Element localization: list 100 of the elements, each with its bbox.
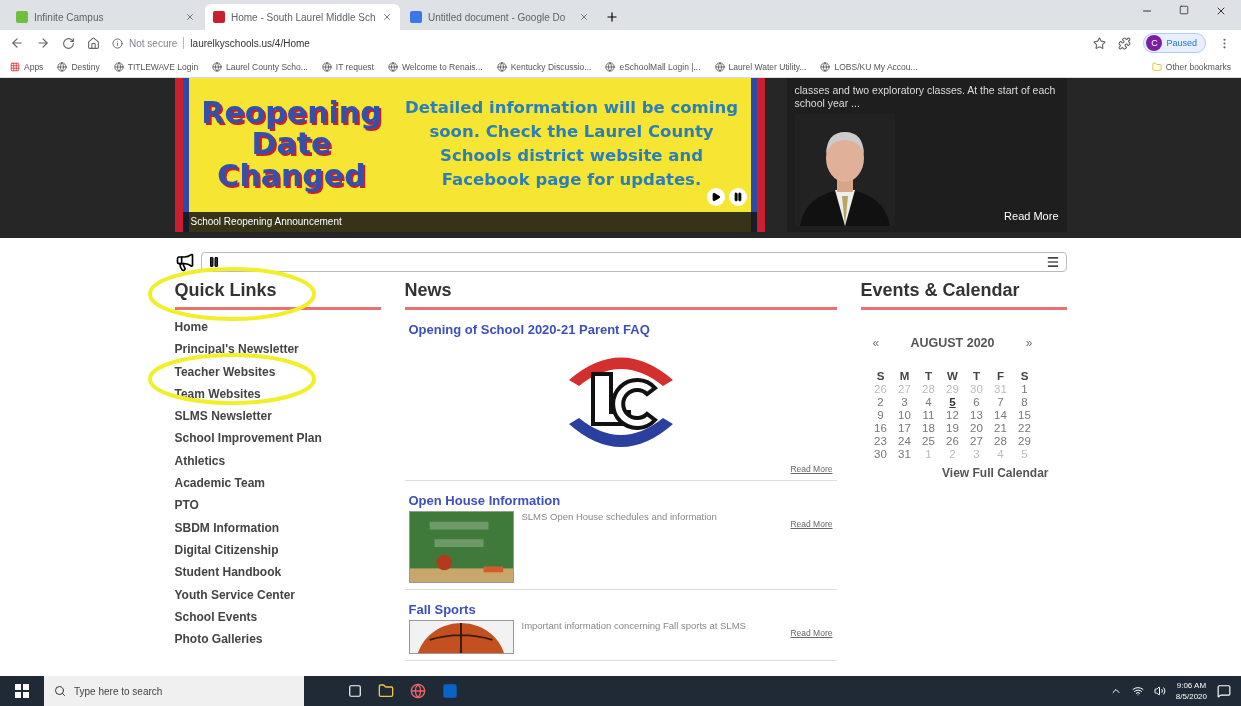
notifications-icon[interactable]: [1217, 684, 1231, 698]
calendar-day[interactable]: 11: [916, 409, 941, 421]
quick-link[interactable]: Student Handbook: [174, 561, 381, 584]
reload-icon[interactable]: [62, 36, 75, 50]
browser-tab[interactable]: Infinite Campus: [8, 4, 203, 30]
task-view-icon[interactable]: [348, 684, 362, 698]
profile-button[interactable]: C Paused: [1143, 33, 1206, 53]
read-more-link[interactable]: Read More: [790, 628, 833, 638]
calendar-day[interactable]: 9: [868, 409, 893, 421]
browser-tab[interactable]: Home - South Laurel Middle Sch: [205, 4, 400, 30]
folder-icon[interactable]: [378, 683, 394, 699]
forward-icon[interactable]: [36, 36, 50, 50]
new-tab-icon[interactable]: [605, 10, 619, 24]
calendar-day[interactable]: 24: [892, 435, 917, 447]
quick-link[interactable]: Teacher Websites: [174, 360, 381, 383]
quick-link[interactable]: Principal's Newsletter: [174, 338, 381, 361]
play-button[interactable]: [706, 188, 725, 206]
bookmark[interactable]: Other bookmarks: [1151, 61, 1231, 72]
calendar-day[interactable]: 27: [964, 435, 989, 447]
quick-link[interactable]: SLMS Newsletter: [174, 405, 381, 428]
extensions-icon[interactable]: [1118, 36, 1132, 50]
bookmark-label: Laurel Water Utility...: [728, 61, 807, 72]
bookmark[interactable]: Laurel Water Utility...: [714, 61, 807, 72]
apps-grid-icon: [10, 61, 20, 72]
calendar-day[interactable]: 6: [964, 396, 989, 408]
calendar-day[interactable]: 23: [868, 435, 893, 447]
news-title[interactable]: Opening of School 2020-21 Parent FAQ: [408, 322, 833, 337]
menu-icon[interactable]: [1045, 255, 1060, 269]
news-title[interactable]: Open House Information: [408, 493, 833, 508]
volume-icon[interactable]: [1153, 685, 1166, 697]
globe-icon: [57, 61, 68, 72]
quick-link[interactable]: Home: [174, 316, 381, 339]
quick-link[interactable]: Digital Citizenship: [174, 538, 381, 562]
calendar-day[interactable]: 16: [868, 422, 893, 434]
calendar-day[interactable]: 22: [1012, 422, 1037, 434]
calendar-day[interactable]: 29: [1012, 435, 1037, 447]
news-title[interactable]: Fall Sports: [408, 602, 833, 617]
mail-app-icon[interactable]: [442, 683, 458, 699]
calendar-day[interactable]: 30: [868, 448, 893, 460]
calendar-day[interactable]: 13: [964, 409, 989, 421]
calendar-day[interactable]: 8: [1012, 396, 1037, 408]
pause-icon[interactable]: [207, 256, 220, 268]
quick-link[interactable]: Youth Service Center: [174, 583, 381, 606]
globe-icon: [496, 61, 507, 72]
quick-link[interactable]: School Events: [174, 605, 381, 629]
bookmark[interactable]: TITLEWAVE Login: [113, 61, 199, 72]
pause-button[interactable]: [728, 188, 747, 206]
calendar-day[interactable]: 28: [988, 435, 1013, 447]
calendar-day[interactable]: 3: [892, 396, 917, 408]
calendar-day[interactable]: 26: [940, 435, 965, 447]
network-icon[interactable]: [1131, 685, 1144, 697]
calendar-day[interactable]: 31: [892, 448, 917, 460]
next-month-button[interactable]: »: [1021, 336, 1037, 350]
calendar-day[interactable]: 12: [940, 409, 965, 421]
address-bar[interactable]: Not secure laurelkyschools.us/4/Home: [112, 33, 1082, 53]
play-icon: [710, 192, 721, 202]
weekday-label: T: [924, 370, 933, 382]
bookmark-label: TITLEWAVE Login: [127, 61, 199, 72]
quick-link[interactable]: School Improvement Plan: [174, 427, 381, 450]
bookmark[interactable]: Apps: [10, 61, 44, 72]
close-icon[interactable]: [1215, 5, 1227, 17]
calendar-day[interactable]: 4: [916, 396, 941, 408]
calendar-day[interactable]: 17: [892, 422, 917, 434]
view-calendar-link[interactable]: View Full Calendar: [860, 466, 1049, 480]
weekday-label: M: [898, 370, 911, 382]
weekday-label: S: [875, 370, 886, 382]
read-more-link[interactable]: Read More: [790, 464, 833, 474]
restore-icon[interactable]: [1179, 5, 1189, 15]
quick-link[interactable]: PTO: [174, 494, 381, 517]
calendar-day[interactable]: 10: [892, 409, 917, 421]
globe-icon: [113, 61, 124, 72]
quick-link[interactable]: SBDM Information: [174, 516, 381, 539]
browser-icon[interactable]: [410, 683, 426, 699]
taskbar-search-field[interactable]: Type here to search: [44, 676, 304, 706]
calendar-day[interactable]: 1: [1012, 383, 1037, 395]
calendar-day[interactable]: 19: [940, 422, 965, 434]
calendar-day[interactable]: 7: [988, 396, 1013, 408]
calendar-day[interactable]: 21: [988, 422, 1013, 434]
bookmark[interactable]: Destiny: [57, 61, 100, 72]
read-more-link[interactable]: Read More: [1004, 210, 1059, 222]
quick-link[interactable]: Athletics: [174, 449, 381, 473]
home-icon[interactable]: [87, 36, 100, 50]
globe-icon: [321, 61, 332, 72]
previous-month-button[interactable]: «: [868, 336, 884, 350]
calendar-day[interactable]: 20: [964, 422, 989, 434]
back-icon[interactable]: [10, 36, 24, 50]
quick-link[interactable]: Photo Galleries: [174, 628, 381, 651]
bookmark-star-icon[interactable]: [1093, 36, 1107, 50]
quick-link[interactable]: Academic Team: [174, 472, 381, 495]
clock-time: 9:06 AM: [1176, 680, 1207, 691]
weekday-label: T: [972, 370, 981, 382]
calendar-day[interactable]: 18: [916, 422, 941, 434]
bookmark[interactable]: IT request: [321, 61, 374, 72]
calendar-day[interactable]: 15: [1012, 409, 1037, 421]
calendar-day[interactable]: 14: [988, 409, 1013, 421]
calendar-day[interactable]: 5: [940, 396, 965, 408]
calendar-day[interactable]: 2: [868, 396, 893, 408]
calendar-day[interactable]: 25: [916, 435, 941, 447]
browser-tab[interactable]: Untitled document - Google Do: [402, 4, 597, 30]
read-more-link[interactable]: Read More: [790, 519, 833, 529]
